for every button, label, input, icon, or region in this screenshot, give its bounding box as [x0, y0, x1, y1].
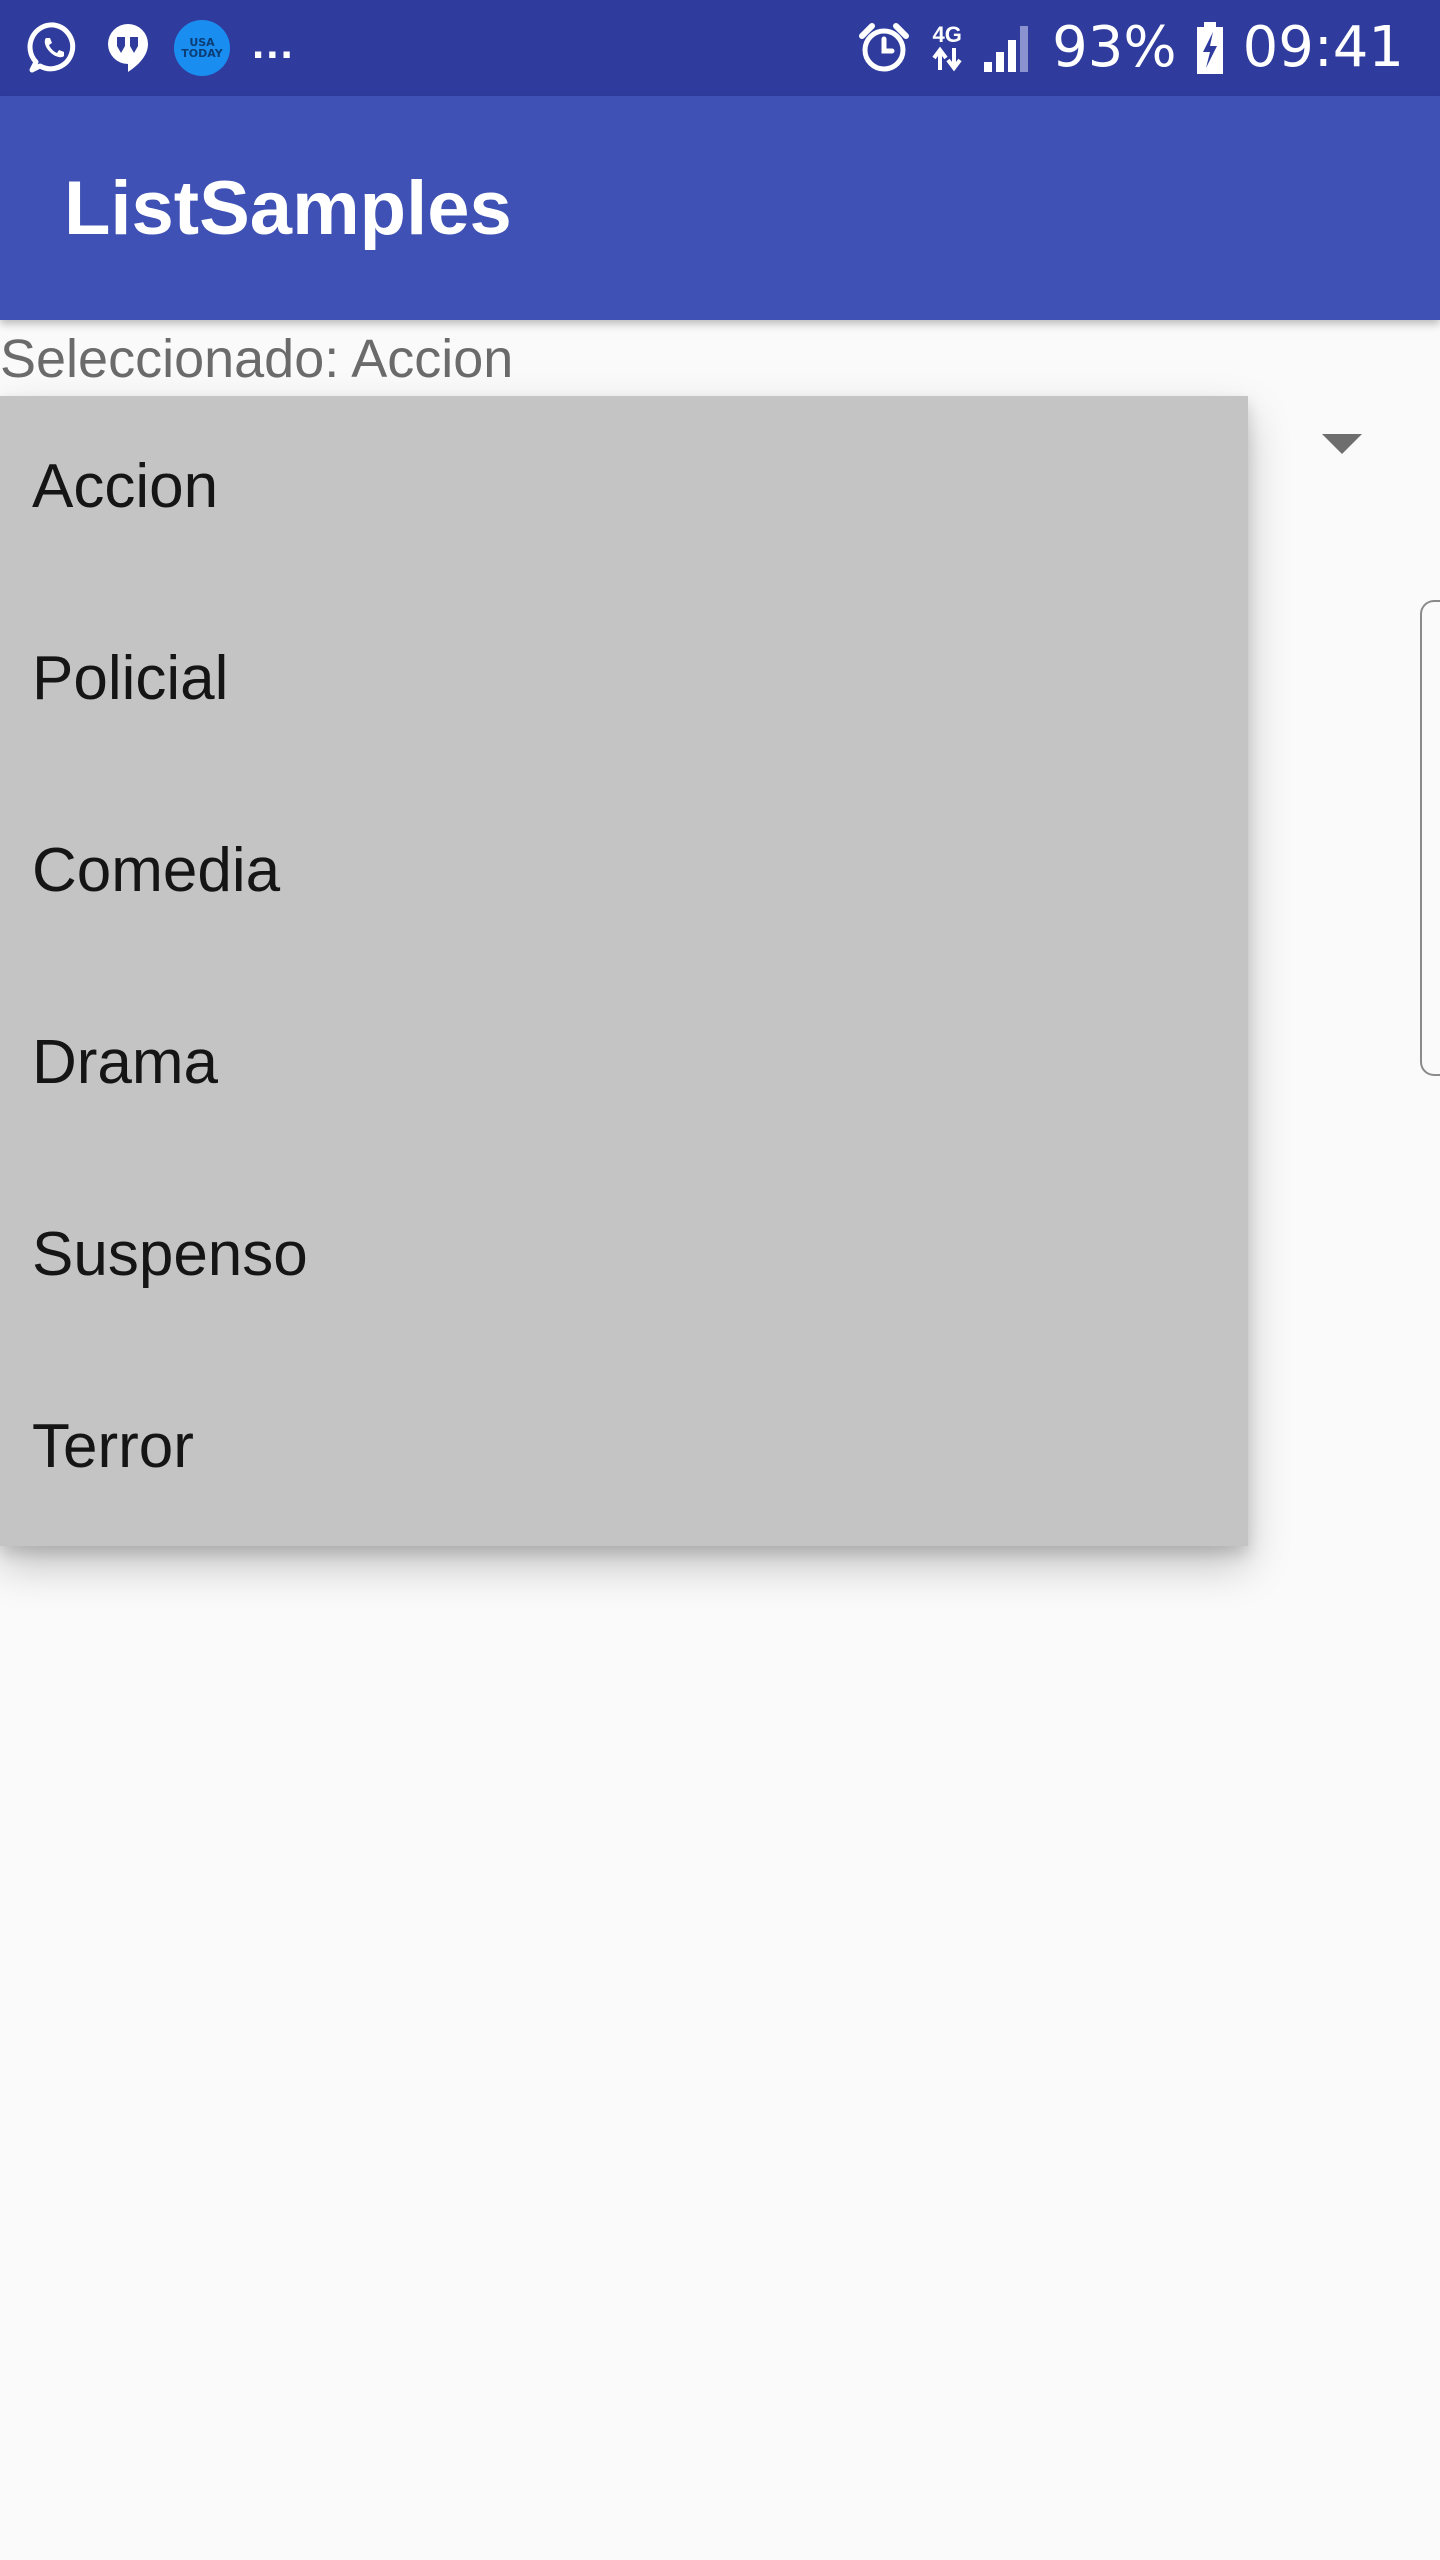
battery-percentage: 93%: [1052, 15, 1177, 80]
network-type-label: 4G: [932, 22, 962, 47]
side-frame: [1420, 600, 1440, 1076]
notification-icons: USA TODAY ...: [26, 20, 295, 76]
dropdown-arrow-icon[interactable]: [1322, 434, 1362, 454]
more-notifications-indicator: ...: [252, 19, 295, 68]
dropdown-option[interactable]: Accion: [0, 396, 1248, 588]
hangouts-icon: [104, 20, 152, 76]
selected-text-label: Seleccionado: Accion: [0, 329, 514, 389]
status-bar: USA TODAY ... 4G 93% 09:41: [0, 0, 1440, 96]
clock: 09:41: [1242, 15, 1404, 80]
dropdown-option[interactable]: Comedia: [0, 780, 1248, 972]
usa-today-icon: USA TODAY: [174, 20, 230, 76]
app-title: ListSamples: [64, 166, 512, 251]
spinner-dropdown: Accion Policial Comedia Drama Suspenso T…: [0, 396, 1248, 1546]
dropdown-option[interactable]: Suspenso: [0, 1164, 1248, 1356]
data-arrows-icon: 4G: [930, 24, 964, 72]
screen: USA TODAY ... 4G 93% 09:41 ListSamples S…: [0, 0, 1440, 2560]
dropdown-option[interactable]: Drama: [0, 972, 1248, 1164]
dropdown-option[interactable]: Terror: [0, 1356, 1248, 1548]
app-bar: ListSamples: [0, 96, 1440, 320]
battery-charging-icon: [1195, 20, 1225, 76]
alarm-icon: [856, 20, 912, 76]
whatsapp-icon: [26, 20, 82, 76]
dropdown-option[interactable]: Policial: [0, 588, 1248, 780]
system-status: 4G 93% 09:41: [856, 18, 1404, 78]
signal-icon: [982, 22, 1034, 74]
